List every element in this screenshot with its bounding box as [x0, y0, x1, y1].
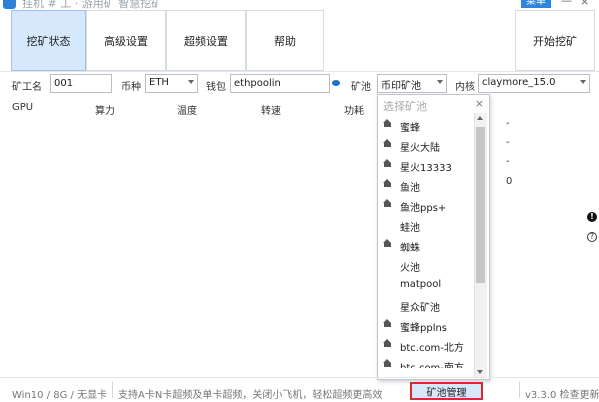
scroll-down-icon[interactable] — [477, 370, 483, 374]
dropdown-scrollbar[interactable] — [474, 113, 487, 377]
wallet-label: 钱包 — [206, 82, 226, 93]
pool-option-label: 星火13333 — [400, 163, 452, 174]
value-cell: - — [506, 118, 510, 129]
menu-button[interactable]: 菜单 — [521, 0, 551, 8]
worker-name-input[interactable] — [50, 74, 112, 93]
statusbar-separator — [112, 382, 113, 398]
column-header-gpu: GPU — [12, 102, 34, 113]
pool-option-label: 火池 — [400, 263, 420, 274]
tab-label: 高级设置 — [104, 34, 148, 48]
coin-value: ETH — [149, 77, 169, 88]
system-info: Win10 / 8G / 无显卡 — [12, 390, 108, 401]
wallet-input[interactable] — [230, 74, 330, 93]
pool-dropdown: 选择矿池 × 蜜蜂 星火大陆 星火13333 鱼池 鱼池pps+ 蛙池 蜘蛛 火… — [377, 94, 490, 380]
pool-option[interactable]: 星火13333 — [378, 155, 475, 175]
tab-help[interactable]: 帮助 — [246, 10, 324, 71]
tab-mining-status[interactable]: 挖矿状态 — [11, 10, 86, 71]
info-icon[interactable]: ! — [587, 212, 597, 222]
minimize-icon[interactable]: — — [561, 0, 572, 7]
pool-option[interactable]: 蜘蛛 — [378, 235, 475, 255]
pool-option[interactable]: btc.com-北方 — [378, 335, 475, 355]
pool-option[interactable]: 火池 — [378, 255, 475, 275]
close-icon[interactable]: × — [475, 97, 484, 110]
chevron-down-icon — [188, 80, 194, 84]
home-icon — [383, 179, 391, 187]
kernel-value: claymore_15.0 — [482, 77, 556, 88]
column-header-power: 功耗 — [344, 106, 364, 117]
pool-list: 蜜蜂 星火大陆 星火13333 鱼池 鱼池pps+ 蛙池 蜘蛛 火池 matpo… — [378, 113, 475, 368]
pool-option-label: 蜜蜂 — [400, 123, 420, 134]
kernel-select[interactable]: claymore_15.0 — [478, 74, 590, 93]
chevron-down-icon — [437, 80, 443, 84]
home-icon — [383, 359, 391, 367]
pool-option[interactable]: 蛙池 — [378, 215, 475, 235]
window-title: 挂机 # 工 · 游用矿 智慧挖矿 — [22, 0, 163, 9]
value-cell: - — [506, 137, 510, 148]
close-icon[interactable]: × — [580, 0, 589, 8]
pool-option-label: 星众矿池 — [400, 303, 440, 314]
kernel-label: 内核 — [455, 82, 475, 93]
start-mining-label: 开始挖矿 — [533, 34, 577, 48]
pool-option[interactable]: 蜜蜂pplns — [378, 315, 475, 335]
tab-overclock-settings[interactable]: 超频设置 — [166, 10, 246, 71]
pool-option[interactable]: 蜜蜂 — [378, 115, 475, 135]
start-mining-button[interactable]: 开始挖矿 — [515, 10, 595, 71]
column-header-temperature: 温度 — [177, 106, 197, 117]
pool-option-label: matpool — [400, 279, 442, 290]
pool-option[interactable]: 星火大陆 — [378, 135, 475, 155]
tab-advanced-settings[interactable]: 高级设置 — [86, 10, 166, 71]
pool-option-label: btc.com-北方 — [400, 343, 464, 354]
eye-icon[interactable] — [332, 80, 340, 86]
pool-manage-label: 矿池管理 — [426, 387, 467, 399]
pool-option-label: btc.com-南方 — [400, 359, 464, 368]
statusbar-separator — [519, 382, 520, 398]
pool-option[interactable]: btc.com-南方 — [378, 355, 475, 368]
tab-label: 挖矿状态 — [26, 34, 71, 48]
pool-option[interactable]: 鱼池pps+ — [378, 195, 475, 215]
column-header-hashrate: 算力 — [95, 106, 115, 117]
help-icon[interactable]: ? — [587, 232, 597, 242]
pool-option-label: 蜘蛛 — [400, 243, 420, 254]
pool-value: 币印矿池 — [381, 81, 421, 92]
pool-option-label: 蜜蜂pplns — [400, 323, 448, 334]
coin-label: 币种 — [121, 82, 141, 93]
home-icon — [383, 319, 391, 327]
pool-option[interactable]: matpool — [378, 275, 475, 295]
home-icon — [383, 199, 391, 207]
tab-label: 帮助 — [274, 34, 296, 48]
toolbar-divider — [0, 71, 599, 72]
title-bar: 挂机 # 工 · 游用矿 智慧挖矿 菜单 — × — [0, 0, 599, 9]
scrollbar-thumb[interactable] — [476, 127, 485, 283]
pool-option-label: 鱼池 — [400, 183, 420, 194]
status-message: 支持A卡N卡超频及单卡超频，关闭小飞机，轻松超频更高效 — [118, 390, 383, 401]
home-icon — [383, 339, 391, 347]
app-logo-icon — [3, 0, 16, 9]
pool-option-label: 鱼池pps+ — [400, 203, 447, 214]
home-icon — [383, 159, 391, 167]
pool-option-label: 星火大陆 — [400, 143, 440, 154]
pool-option[interactable]: 鱼池 — [378, 175, 475, 195]
worker-name-label: 矿工名 — [12, 82, 42, 93]
pool-option[interactable]: 星众矿池 — [378, 295, 475, 315]
statusbar-divider — [0, 377, 599, 378]
value-cell: - — [506, 156, 510, 167]
dropdown-title: 选择矿池 — [383, 100, 427, 113]
scroll-up-icon[interactable] — [477, 116, 483, 120]
pool-option-label: 蛙池 — [400, 223, 420, 234]
pool-manage-button[interactable]: 矿池管理 — [410, 382, 483, 400]
value-cell: 0 — [506, 176, 513, 187]
column-header-fan-speed: 转速 — [261, 106, 281, 117]
tab-label: 超频设置 — [184, 34, 228, 48]
pool-label: 矿池 — [351, 82, 371, 93]
chevron-down-icon — [580, 80, 586, 84]
version-check-link[interactable]: v3.3.0 检查更新 — [525, 386, 599, 401]
home-icon — [383, 239, 391, 247]
coin-select[interactable]: ETH — [145, 74, 198, 93]
home-icon — [383, 119, 391, 127]
pool-select[interactable]: 币印矿池 — [377, 74, 447, 93]
home-icon — [383, 139, 391, 147]
